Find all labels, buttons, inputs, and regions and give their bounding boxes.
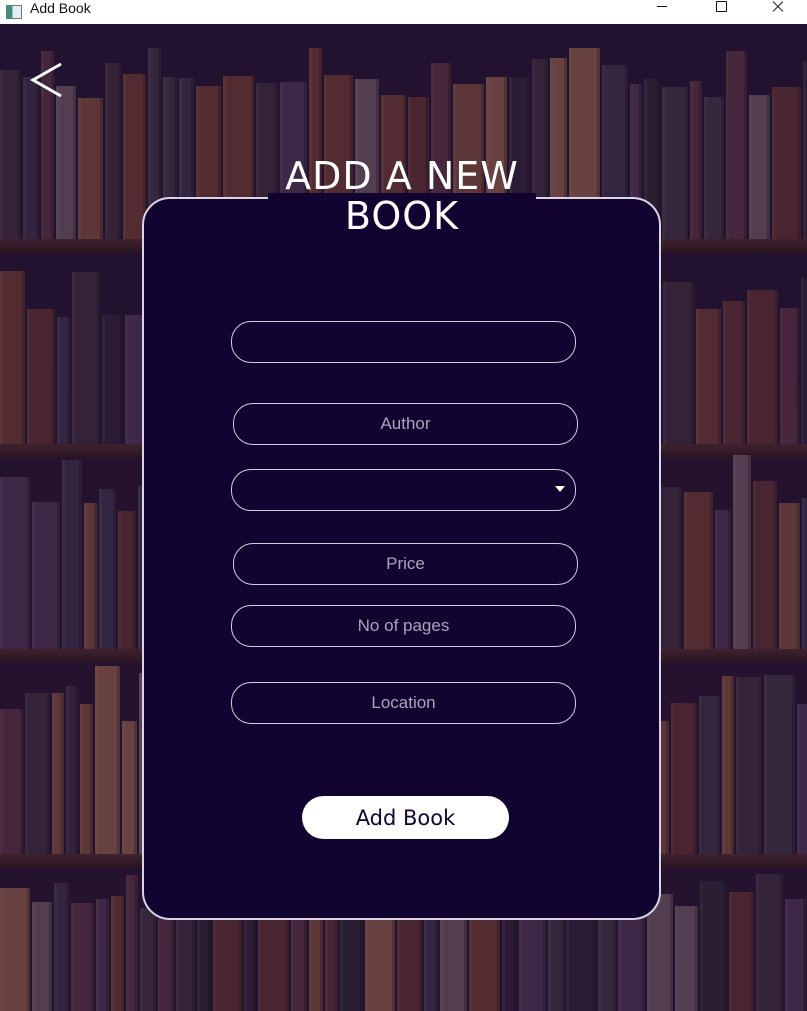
price-input[interactable] (233, 543, 578, 585)
maximize-button[interactable] (691, 0, 749, 24)
minimize-button[interactable] (633, 0, 691, 24)
page-title: ADD A NEW BOOK (285, 154, 519, 238)
pages-input[interactable] (231, 605, 576, 647)
window-title: Add Book (30, 0, 91, 16)
add-book-button[interactable]: Add Book (302, 796, 509, 839)
category-select[interactable] (231, 469, 576, 511)
caret-down-icon (555, 486, 565, 492)
chevron-left-icon[interactable] (28, 60, 68, 100)
location-input[interactable] (231, 682, 576, 724)
add-book-window: Add Book ADD A NEW BOOK Add Book (0, 0, 807, 1011)
window-controls (633, 0, 807, 24)
title-bar: Add Book (0, 0, 807, 24)
book-title-input[interactable] (231, 321, 576, 363)
close-button[interactable] (749, 0, 807, 24)
app-icon (6, 5, 22, 19)
author-input[interactable] (233, 403, 578, 445)
